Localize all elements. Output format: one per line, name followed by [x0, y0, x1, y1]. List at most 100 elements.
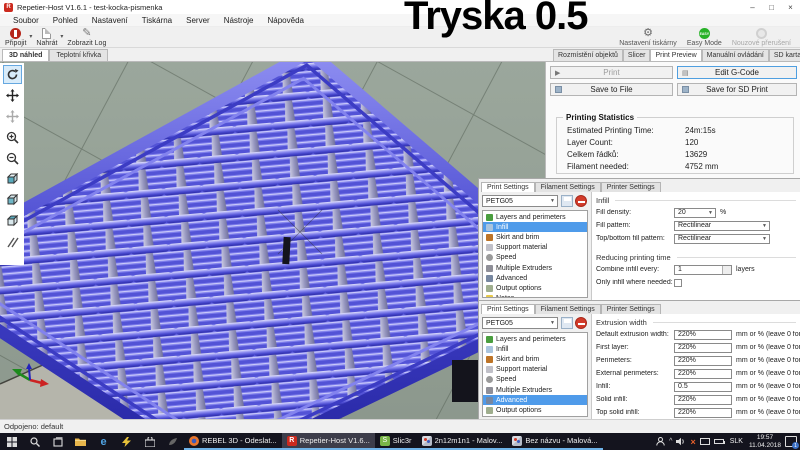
tab-filament-settings[interactable]: Filament Settings	[535, 304, 601, 314]
tab-print-settings[interactable]: Print Settings	[481, 304, 535, 314]
isometric-view-button[interactable]	[3, 170, 22, 189]
menu-nastaveni[interactable]: Nastavení	[85, 14, 135, 27]
save-profile-icon[interactable]	[561, 317, 573, 329]
top-bottom-pattern-select[interactable]: Rectilinear▼	[674, 234, 770, 244]
minimize-button[interactable]: –	[743, 0, 762, 14]
default-extrusion-input[interactable]: 220%	[674, 330, 732, 340]
solid-infill-input[interactable]: 220%	[674, 395, 732, 405]
perimeters-input[interactable]: 220%	[674, 356, 732, 366]
only-infill-checkbox[interactable]	[674, 279, 682, 287]
start-button[interactable]	[0, 433, 23, 450]
tab-print-settings[interactable]: Print Settings	[481, 182, 535, 192]
hidden-icons-chevron[interactable]: ^	[669, 438, 672, 445]
zoom-out-button[interactable]	[3, 149, 22, 168]
move-viewpoint-button[interactable]	[3, 107, 22, 126]
category-support[interactable]: Support material	[483, 243, 587, 253]
3d-viewport[interactable]	[0, 62, 545, 420]
category-layers[interactable]: Layers and perimeters	[483, 334, 587, 344]
external-perimeters-input[interactable]: 220%	[674, 369, 732, 379]
profile-select[interactable]: PETG05▼	[482, 317, 558, 329]
taskbar-app-firefox[interactable]: REBEL 3D - Odeslat...	[184, 433, 282, 450]
rotate-view-button[interactable]	[3, 65, 22, 84]
language-indicator[interactable]: SLK	[728, 438, 745, 445]
combine-infill-input[interactable]: 1	[674, 265, 732, 275]
task-view-button[interactable]	[46, 433, 69, 450]
category-advanced[interactable]: Advanced	[483, 273, 587, 283]
tab-3d-view[interactable]: 3D náhled	[2, 49, 49, 61]
menu-nastroje[interactable]: Nástroje	[217, 14, 261, 27]
category-output[interactable]: Output options	[483, 405, 587, 415]
delete-profile-icon[interactable]	[575, 195, 587, 207]
battery-icon[interactable]	[714, 439, 724, 444]
tab-object-placement[interactable]: Rozmístění objektů	[553, 49, 623, 61]
move-object-button[interactable]	[3, 86, 22, 105]
menu-pohled[interactable]: Pohled	[46, 14, 85, 27]
search-button[interactable]	[23, 433, 46, 450]
category-extruders[interactable]: Multiple Extruders	[483, 385, 587, 395]
taskbar-app-slic3r[interactable]: S Slic3r	[375, 433, 417, 450]
fit-view-button[interactable]	[3, 233, 22, 252]
menu-napoveda[interactable]: Nápověda	[261, 14, 311, 27]
top-solid-infill-input[interactable]: 220%	[674, 408, 732, 418]
flash-app-button[interactable]	[115, 433, 138, 450]
people-icon[interactable]	[656, 437, 665, 446]
show-log-button[interactable]: ✎ Zobrazit Log	[62, 27, 111, 47]
first-layer-input[interactable]: 220%	[674, 343, 732, 353]
edit-gcode-button[interactable]: ▤ Edit G-Code	[677, 66, 797, 79]
clock[interactable]: 19:57 11.04.2018	[749, 434, 781, 449]
connect-button[interactable]: ▾ Připojit	[0, 27, 31, 47]
category-advanced[interactable]: Advanced	[483, 395, 587, 405]
category-support[interactable]: Support material	[483, 365, 587, 375]
menu-tiskarna[interactable]: Tiskárna	[135, 14, 179, 27]
edge-browser-button[interactable]: e	[92, 433, 115, 450]
category-skirt[interactable]: Skirt and brim	[483, 232, 587, 242]
category-skirt[interactable]: Skirt and brim	[483, 354, 587, 364]
zoom-in-button[interactable]	[3, 128, 22, 147]
maximize-button[interactable]: □	[762, 0, 781, 14]
easy-mode-button[interactable]: EASY Easy Mode	[682, 27, 727, 47]
profile-select[interactable]: PETG05▼	[482, 195, 558, 207]
category-output[interactable]: Output options	[483, 283, 587, 293]
tab-printer-settings[interactable]: Printer Settings	[601, 182, 661, 192]
file-explorer-button[interactable]	[69, 433, 92, 450]
category-notes[interactable]: Notes	[483, 294, 587, 299]
tab-slicer[interactable]: Slicer	[623, 49, 651, 61]
top-view-button[interactable]	[3, 212, 22, 231]
save-to-file-button[interactable]: Save to File	[550, 83, 673, 96]
taskbar-app-paint2[interactable]: Bez názvu - Malová...	[507, 433, 602, 450]
category-notes[interactable]: Notes	[483, 416, 587, 418]
fill-density-input[interactable]: 20▼	[674, 208, 716, 218]
category-infill[interactable]: Infill	[483, 222, 587, 232]
tab-sd-card[interactable]: SD karta	[769, 49, 800, 61]
emergency-stop-button[interactable]: Nouzové přerušení	[727, 27, 796, 47]
category-layers[interactable]: Layers and perimeters	[483, 212, 587, 222]
pinned-app-button[interactable]	[161, 433, 184, 450]
category-infill[interactable]: Infill	[483, 344, 587, 354]
printer-settings-button[interactable]: ⚙ Nastavení tiskárny	[614, 27, 682, 47]
tab-manual-control[interactable]: Manuální ovládání	[702, 49, 769, 61]
taskbar-app-paint1[interactable]: 2n12m1n1 - Malov...	[417, 433, 508, 450]
delete-profile-icon[interactable]	[575, 317, 587, 329]
antivirus-icon[interactable]: ×	[690, 437, 695, 447]
category-speed[interactable]: Speed	[483, 253, 587, 263]
store-button[interactable]	[138, 433, 161, 450]
save-profile-icon[interactable]	[561, 195, 573, 207]
tab-filament-settings[interactable]: Filament Settings	[535, 182, 601, 192]
infill-width-input[interactable]: 0.5	[674, 382, 732, 392]
tab-printer-settings[interactable]: Printer Settings	[601, 304, 661, 314]
display-icon[interactable]	[700, 438, 710, 445]
menu-server[interactable]: Server	[179, 14, 217, 27]
taskbar-app-repetier[interactable]: R Repetier-Host V1.6...	[282, 433, 375, 450]
save-sd-button[interactable]: Save for SD Print	[677, 83, 797, 96]
action-center-icon[interactable]: 1	[785, 436, 797, 447]
print-button[interactable]: ▶ Print	[550, 66, 673, 79]
volume-icon[interactable]	[676, 437, 686, 446]
category-speed[interactable]: Speed	[483, 375, 587, 385]
fill-pattern-select[interactable]: Rectilinear▼	[674, 221, 770, 231]
load-button[interactable]: ▾ Nahrát	[31, 27, 62, 47]
close-button[interactable]: ×	[781, 0, 800, 14]
category-extruders[interactable]: Multiple Extruders	[483, 263, 587, 273]
front-view-button[interactable]	[3, 191, 22, 210]
tab-print-preview[interactable]: Print Preview	[650, 49, 701, 61]
tab-temperature-curve[interactable]: Teplotní křivka	[49, 49, 108, 61]
